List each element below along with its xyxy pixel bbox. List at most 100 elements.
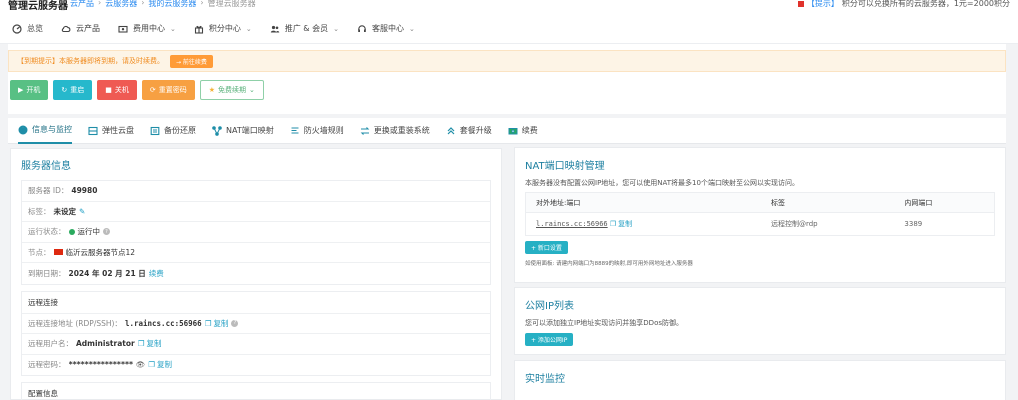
table-header: 对外地址:端口 标签 内网端口 bbox=[526, 193, 994, 213]
tab-reinstall[interactable]: 更换或重装系统 bbox=[360, 118, 430, 144]
tab-firewall[interactable]: 防火墙规则 bbox=[290, 118, 344, 144]
nav-label: 总览 bbox=[27, 24, 43, 33]
china-flag-icon bbox=[53, 249, 63, 256]
remote-connection-title: 远程连接 bbox=[22, 292, 490, 314]
tab-info-monitor[interactable]: 信息与监控 bbox=[18, 118, 72, 144]
tag-row: 标签： 未设定 ✎ bbox=[22, 202, 490, 222]
nat-address-value[interactable]: l.raincs.cc:56966 bbox=[536, 220, 608, 228]
copy-nat-button[interactable]: ❐ 复制 bbox=[610, 219, 632, 229]
tab-nat[interactable]: NAT端口映射 bbox=[212, 118, 274, 144]
remote-password-value: **************** bbox=[68, 360, 134, 370]
free-renew-dropdown[interactable]: ★ 免费续期 ⌄ bbox=[199, 80, 264, 100]
column-header: 内网端口 bbox=[904, 198, 933, 207]
remote-user-value: Administrator bbox=[76, 339, 135, 349]
monitor-title: 实时监控 bbox=[525, 374, 565, 385]
add-port-button[interactable]: + 新口设置 bbox=[525, 241, 568, 254]
edit-icon[interactable]: ✎ bbox=[79, 207, 85, 216]
expiry-renew-link[interactable]: 续费 bbox=[149, 268, 164, 279]
nat-table: 对外地址:端口 标签 内网端口 l.raincs.cc:56966 ❐ 复制 远程… bbox=[525, 192, 995, 236]
tag-label: 标签： bbox=[28, 206, 51, 216]
eye-icon[interactable]: 👁 bbox=[136, 360, 146, 369]
tab-elastic-disk[interactable]: 弹性云盘 bbox=[88, 118, 134, 144]
shutdown-button[interactable]: ■ 关机 bbox=[97, 80, 137, 100]
help-icon[interactable]: ? bbox=[103, 228, 110, 236]
tab-label: 续费 bbox=[521, 126, 538, 135]
status-value: 运行中 bbox=[77, 227, 101, 237]
chevron-down-icon: ⌄ bbox=[333, 24, 339, 33]
copy-icon: ❐ bbox=[148, 360, 156, 370]
chevron-down-icon: ⌄ bbox=[408, 24, 415, 33]
notice-bar: 【提示】 积分可以兑换所有的云服务器，1元=2000积分 bbox=[797, 0, 1010, 9]
tab-label: 套餐升级 bbox=[459, 126, 492, 135]
tab-backup[interactable]: 备份还原 bbox=[150, 118, 196, 144]
public-ip-card: 公网IP列表 您可以添加独立IP地址实现访问并独享DDos防御。 + 添加公网I… bbox=[514, 287, 1006, 355]
nav-item-support[interactable]: 客服中心 ⌄ bbox=[357, 23, 415, 34]
nav-label: 云产品 bbox=[76, 24, 100, 33]
tab-label: 信息与监控 bbox=[32, 125, 72, 134]
nat-hint: 如使用面板: 请建内网端口为8889的映射,即可用外网地址进入服务器 bbox=[525, 261, 693, 267]
remote-address-value: l.raincs.cc:56966 bbox=[124, 318, 202, 328]
tag-value: 未设定 bbox=[53, 206, 77, 216]
help-icon[interactable]: ? bbox=[231, 319, 239, 327]
start-button[interactable]: ▶ 开机 bbox=[10, 80, 49, 100]
network-icon bbox=[212, 125, 222, 136]
expiry-value: 2024 年 02 月 21 日 bbox=[68, 268, 146, 278]
notice-flag-icon bbox=[797, 0, 804, 7]
copy-user-button[interactable]: ❐ 复制 bbox=[138, 338, 162, 349]
public-ip-title: 公网IP列表 bbox=[525, 301, 574, 312]
server-tabs: 信息与监控 弹性云盘 备份还原 NAT端口映射 防火墙规则 更换或重装系统 套餐… bbox=[8, 118, 1006, 144]
nat-card: NAT端口映射管理 本服务器没有配置公网IP地址，您可以使用NAT将最多10个端… bbox=[514, 147, 1006, 283]
tab-label: 更换或重装系统 bbox=[373, 126, 430, 135]
config-info-title: 配置信息 bbox=[22, 383, 490, 400]
refresh-icon: ↻ bbox=[61, 86, 68, 94]
server-info-title: 服务器信息 bbox=[21, 161, 71, 172]
breadcrumb: 云产品 › 云服务器 › 我的云服务器 › 管理云服务器 bbox=[70, 0, 256, 9]
copy-password-button[interactable]: ❐ 复制 bbox=[148, 359, 172, 370]
firewall-icon bbox=[290, 126, 300, 136]
remote-connection-box: 远程连接 远程连接地址 (RDP/SSH)： l.raincs.cc:56966… bbox=[21, 290, 491, 376]
breadcrumb-item[interactable]: 云产品 bbox=[70, 0, 94, 9]
notice-text[interactable]: 积分可以兑换所有的云服务器，1元=2000积分 bbox=[842, 0, 1010, 9]
restart-button[interactable]: ↻ 重启 bbox=[53, 80, 93, 100]
tab-label: 备份还原 bbox=[164, 126, 196, 135]
notice-prefix: 【提示】 bbox=[806, 0, 839, 8]
remote-password-row: 远程密码： **************** 👁 ❐ 复制 bbox=[22, 355, 490, 376]
money-icon bbox=[118, 24, 128, 34]
nav-item-cloud-products[interactable]: 云产品 bbox=[61, 23, 100, 34]
copy-label: 复制 bbox=[213, 318, 229, 328]
go-renew-button[interactable]: → 前往续费 bbox=[170, 54, 213, 68]
nav-item-points[interactable]: 积分中心 ⌄ bbox=[194, 23, 252, 34]
nav-item-billing[interactable]: 费用中心 ⌄ bbox=[118, 23, 176, 34]
tab-upgrade[interactable]: 套餐升级 bbox=[446, 118, 492, 144]
copy-icon: ❐ bbox=[204, 318, 212, 328]
top-strip: 管理云服务器 云产品 › 云服务器 › 我的云服务器 › 管理云服务器 【提示】 积分… bbox=[0, 0, 1018, 14]
column-header: 对外地址:端口 bbox=[536, 198, 581, 207]
public-ip-description: 您可以添加独立IP地址实现访问并独享DDos防御。 bbox=[525, 319, 683, 327]
upgrade-icon bbox=[446, 126, 456, 136]
status-row: 运行状态： 运行中 ? bbox=[22, 222, 490, 243]
nav-item-overview[interactable]: 总览 bbox=[12, 23, 43, 34]
remote-user-row: 远程用户名： Administrator ❐ 复制 bbox=[22, 334, 490, 355]
tab-renew[interactable]: 续费 bbox=[508, 118, 538, 144]
reset-password-button[interactable]: ⟳ 重置密码 bbox=[141, 80, 195, 100]
remote-address-row: 远程连接地址 (RDP/SSH)： l.raincs.cc:56966 ❐ 复制 … bbox=[22, 314, 490, 334]
nav-item-promotion[interactable]: 推广 & 会员 ⌄ bbox=[270, 23, 339, 34]
node-row: 节点： 临沂云服务器节点12 bbox=[22, 243, 490, 263]
nat-tag-cell: 远程控制@rdp bbox=[770, 220, 818, 228]
action-panel: 【到期提示】本服务器即将到期，请及时续费。 → 前往续费 ▶ 开机 ↻ 重启 ■ 关机… bbox=[8, 44, 1006, 114]
breadcrumb-item[interactable]: 我的云服务器 bbox=[148, 0, 196, 9]
dashboard-icon bbox=[12, 23, 22, 34]
breadcrumb-item[interactable]: 云服务器 bbox=[105, 0, 137, 9]
node-label: 节点： bbox=[28, 247, 51, 257]
expiry-alert-text: 【到期提示】本服务器即将到期，请及时续费。 bbox=[17, 57, 164, 65]
backup-icon bbox=[150, 126, 160, 136]
copy-address-button[interactable]: ❐ 复制 bbox=[205, 318, 229, 329]
breadcrumb-item: 管理云服务器 bbox=[207, 0, 256, 8]
nat-port-cell: 3389 bbox=[904, 220, 923, 228]
copy-icon: ❐ bbox=[609, 220, 617, 228]
chevron-down-icon: ⌄ bbox=[249, 86, 255, 94]
renew-icon bbox=[508, 126, 518, 136]
play-icon: ▶ bbox=[18, 86, 24, 94]
add-public-ip-button[interactable]: + 添加公网IP bbox=[525, 333, 574, 346]
headset-icon bbox=[357, 24, 367, 34]
